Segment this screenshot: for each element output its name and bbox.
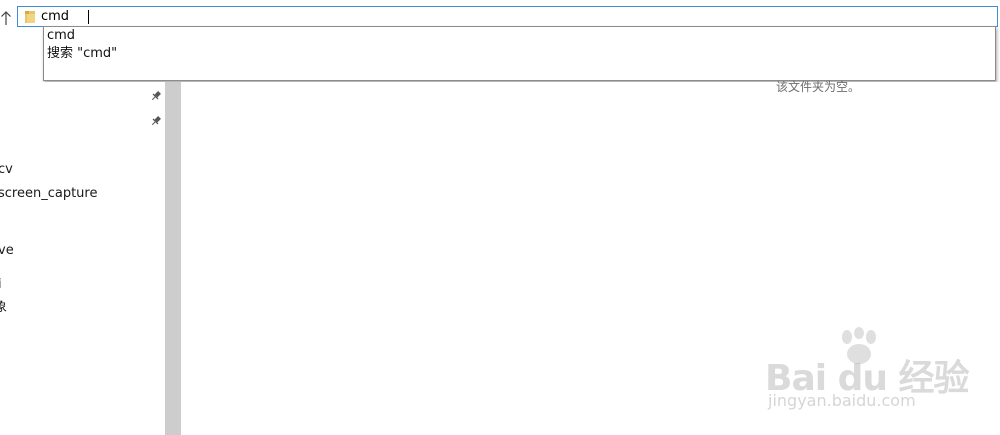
navigation-pane: cv screen_capture ve i 象 — [0, 82, 165, 435]
suggestion-item[interactable]: cmd — [47, 27, 75, 45]
content-area[interactable]: 该文件夹为空。 — [181, 80, 1000, 435]
autocomplete-dropdown: cmd 搜索 "cmd" — [43, 26, 996, 81]
folder-icon — [25, 11, 35, 23]
pin-icon[interactable] — [150, 90, 162, 102]
nav-item-screen-capture[interactable]: screen_capture — [0, 186, 97, 202]
file-explorer-window: cmd 搜索 "cmd" cv screen_capture ve i 象 该文… — [0, 0, 1000, 435]
pin-icon[interactable] — [150, 115, 162, 127]
address-bar[interactable] — [17, 6, 998, 27]
suggestion-search-item[interactable]: 搜索 "cmd" — [47, 45, 117, 63]
empty-folder-message: 该文件夹为空。 — [776, 80, 861, 94]
nav-item-ve[interactable]: ve — [0, 243, 14, 259]
up-arrow-icon[interactable] — [0, 8, 14, 28]
nav-item-cv[interactable]: cv — [0, 162, 13, 178]
nav-item-i[interactable]: i — [0, 277, 2, 293]
nav-item-images[interactable]: 象 — [0, 300, 7, 316]
text-caret — [88, 10, 89, 24]
pane-splitter[interactable] — [165, 82, 181, 435]
address-input[interactable] — [41, 8, 941, 25]
